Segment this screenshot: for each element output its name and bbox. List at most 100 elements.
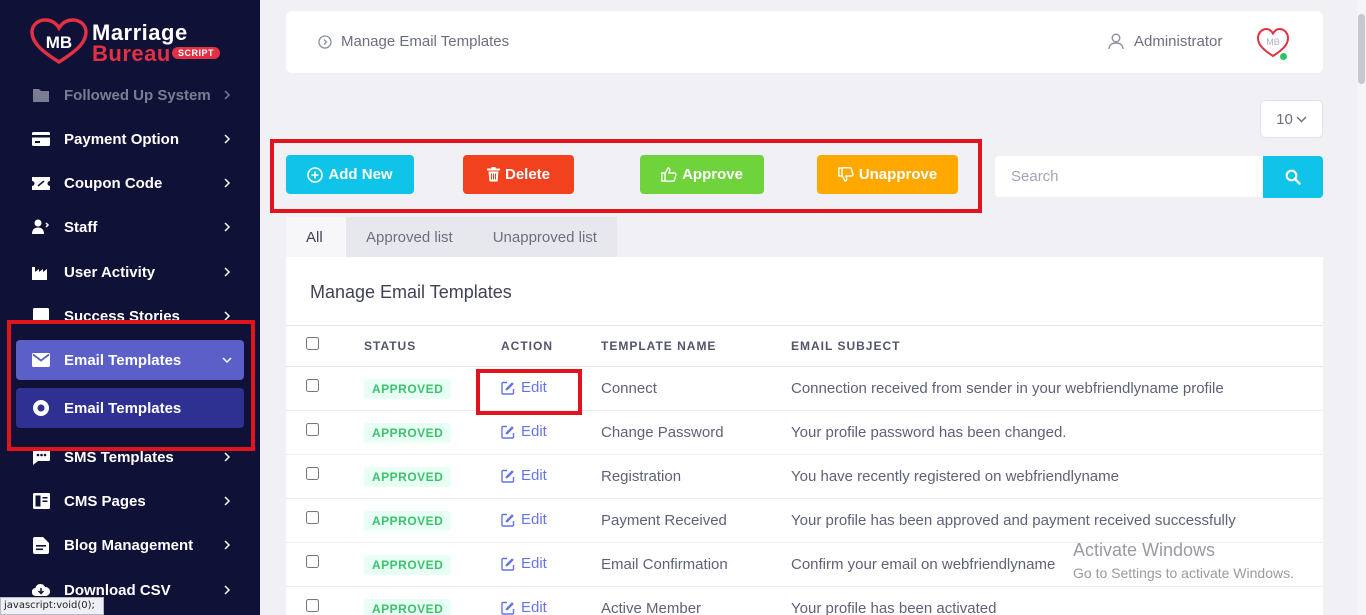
columns-icon	[32, 492, 50, 510]
sidebar-item-label: Followed Up System	[64, 86, 211, 104]
row-checkbox[interactable]	[306, 467, 319, 480]
sidebar-item-blog-management[interactable]: Blog Management	[16, 525, 244, 565]
chevron-right-icon	[224, 452, 231, 462]
chevron-right-icon	[224, 496, 231, 506]
breadcrumb: Manage Email Templates	[318, 33, 509, 50]
page-scrollbar[interactable]	[1357, 0, 1366, 615]
brand-badge: SCRIPT	[172, 47, 221, 59]
template-name: Connect	[601, 380, 657, 397]
edit-link[interactable]: Edit	[501, 599, 547, 615]
row-checkbox[interactable]	[306, 599, 319, 612]
sidebar-item-payment-option[interactable]: Payment Option	[16, 119, 244, 159]
brand-line2: Bureau	[92, 41, 171, 66]
edit-link[interactable]: Edit	[501, 555, 547, 572]
delete-button[interactable]: Delete	[463, 155, 574, 194]
unapprove-button[interactable]: Unapprove	[817, 155, 958, 194]
chevron-right-icon	[224, 540, 231, 550]
sidebar-item-label: Coupon Code	[64, 174, 163, 192]
row-checkbox[interactable]	[306, 379, 319, 392]
row-checkbox[interactable]	[306, 511, 319, 524]
sidebar-item-email-templates[interactable]: Email Templates	[16, 340, 244, 380]
status-badge: APPROVED	[364, 379, 452, 399]
email-subject: Your profile has been approved and payme…	[791, 512, 1236, 529]
search-button[interactable]	[1263, 156, 1323, 198]
sidebar-item-label: Staff	[64, 218, 98, 236]
brand-logo[interactable]: MB Marriage Bureau SCRIPT	[30, 16, 240, 70]
table-row: APPROVED Edit Active Member Your profile…	[286, 587, 1323, 615]
sidebar-item-label: Email Templates	[64, 351, 182, 369]
templates-card: Manage Email Templates STATUS ACTION TEM…	[286, 257, 1323, 615]
scrollbar-thumb[interactable]	[1358, 14, 1365, 84]
add-new-button[interactable]: Add New	[286, 155, 414, 194]
edit-link[interactable]: Edit	[501, 423, 547, 440]
email-subject: You have recently registered on webfrien…	[791, 468, 1119, 485]
add-new-label: Add New	[328, 166, 393, 183]
status-badge: APPROVED	[364, 511, 452, 531]
book-icon	[32, 307, 50, 325]
chevron-right-icon	[224, 585, 231, 595]
user-menu[interactable]: Administrator	[1108, 33, 1222, 50]
status-badge: APPROVED	[364, 467, 452, 487]
edit-icon	[501, 601, 515, 615]
email-subject: Your profile has been activated	[791, 600, 997, 615]
tab-all[interactable]: All	[286, 217, 346, 257]
edit-link[interactable]: Edit	[501, 511, 547, 528]
approve-button[interactable]: Approve	[640, 155, 764, 194]
thumbs-up-icon	[661, 167, 677, 182]
email-subject: Connection received from sender in your …	[791, 380, 1224, 397]
sidebar-item-label: Email Templates	[64, 399, 182, 417]
chevron-right-icon	[224, 134, 231, 144]
template-name: Registration	[601, 468, 682, 485]
email-subject: Confirm your email on webfriendlyname	[791, 556, 1056, 573]
sidebar-item-followed-up-system[interactable]: Followed Up System	[16, 75, 244, 115]
search-icon	[1285, 169, 1301, 185]
edit-link[interactable]: Edit	[501, 467, 547, 484]
status-badge: APPROVED	[364, 599, 452, 615]
sidebar-item-staff[interactable]: Staff	[16, 207, 244, 247]
comment-dots-icon	[32, 448, 50, 466]
user-tie-icon	[32, 218, 50, 236]
chevron-right-icon	[224, 178, 231, 188]
sidebar-item-sms-templates[interactable]: SMS Templates	[16, 437, 244, 477]
table-row: APPROVED Edit Email Confirmation Confirm…	[286, 543, 1323, 587]
per-page-select[interactable]: 10	[1260, 100, 1323, 138]
edit-label: Edit	[521, 555, 547, 572]
sidebar-subitem-email-templates[interactable]: Email Templates	[16, 388, 244, 428]
chevron-down-icon	[1296, 116, 1307, 122]
sidebar-item-success-stories[interactable]: Success Stories	[16, 296, 244, 336]
heart-logo-icon: MB	[30, 18, 88, 65]
industry-chart-icon	[32, 263, 50, 281]
edit-link[interactable]: Edit	[501, 379, 547, 396]
chevron-down-icon	[222, 357, 232, 364]
envelope-icon	[32, 351, 50, 369]
sidebar-item-label: CMS Pages	[64, 492, 146, 510]
online-status-dot	[1279, 52, 1288, 61]
credit-card-icon	[32, 130, 50, 148]
sidebar-item-label: Payment Option	[64, 130, 180, 148]
select-all-checkbox[interactable]	[306, 337, 319, 350]
table-row: APPROVED Edit Payment Received Your prof…	[286, 499, 1323, 543]
search-input[interactable]	[995, 156, 1263, 197]
logo-mark-text: MB	[46, 33, 72, 52]
row-checkbox[interactable]	[306, 555, 319, 568]
edit-label: Edit	[521, 423, 547, 440]
breadcrumb-title: Manage Email Templates	[341, 33, 510, 50]
row-checkbox[interactable]	[306, 423, 319, 436]
dot-circle-icon	[32, 399, 50, 417]
edit-label: Edit	[521, 379, 547, 396]
edit-label: Edit	[521, 511, 547, 528]
user-name: Administrator	[1134, 33, 1223, 50]
sidebar-item-coupon-code[interactable]: Coupon Code	[16, 163, 244, 203]
tab-approved-list[interactable]: Approved list	[346, 217, 473, 257]
column-header-status: STATUS	[364, 339, 417, 353]
edit-icon	[501, 425, 515, 439]
sidebar-item-user-activity[interactable]: User Activity	[16, 252, 244, 292]
approve-label: Approve	[682, 166, 743, 183]
sidebar-item-cms-pages[interactable]: CMS Pages	[16, 481, 244, 521]
edit-icon	[501, 469, 515, 483]
folder-icon	[32, 86, 50, 104]
table-row: APPROVED Edit Change Password Your profi…	[286, 411, 1323, 455]
thumbs-down-icon	[837, 167, 854, 182]
column-header-template-name: TEMPLATE NAME	[601, 339, 717, 353]
tab-unapproved-list[interactable]: Unapproved list	[472, 217, 617, 257]
